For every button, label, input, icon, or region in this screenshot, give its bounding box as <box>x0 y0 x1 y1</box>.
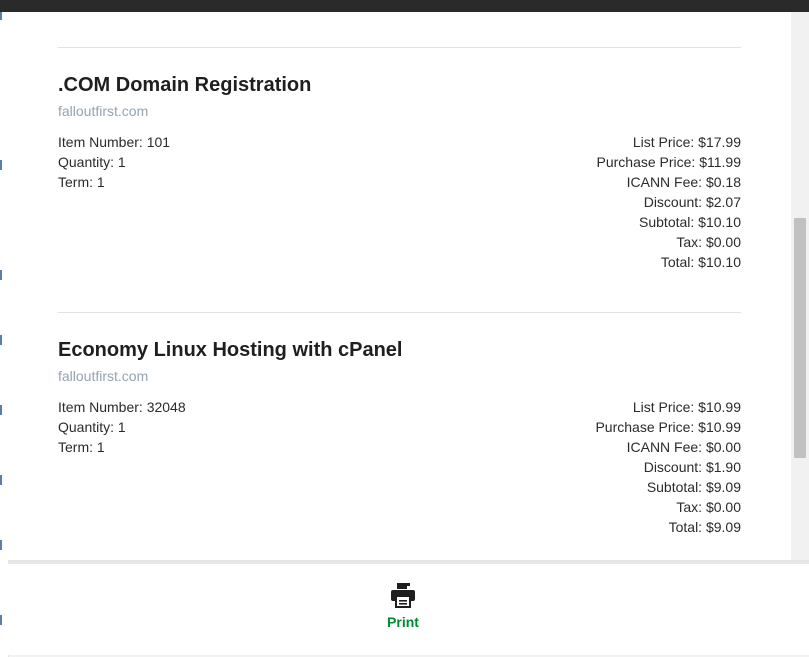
discount: Discount: $2.07 <box>643 194 741 210</box>
receipt-items-scroll-area[interactable]: .COM Domain Registration falloutfirst.co… <box>8 12 791 560</box>
top-bar <box>0 0 809 12</box>
purchase-price: Purchase Price: $11.99 <box>596 154 742 170</box>
subtotal: Subtotal: $9.09 <box>646 479 741 495</box>
line-item: .COM Domain Registration falloutfirst.co… <box>58 72 741 272</box>
item-domain: falloutfirst.com <box>58 368 149 384</box>
item-domain: falloutfirst.com <box>58 103 149 119</box>
item-number: Item Number: 32048 <box>58 399 186 415</box>
scrollbar[interactable] <box>791 12 809 560</box>
scrollbar-thumb[interactable] <box>794 218 806 458</box>
purchase-price: Purchase Price: $10.99 <box>595 419 741 435</box>
item-term: Term: 1 <box>58 439 105 455</box>
divider <box>58 47 741 48</box>
item-pricing: List Price: $17.99 Purchase Price: $11.9… <box>597 132 742 272</box>
item-pricing: List Price: $10.99 Purchase Price: $10.9… <box>595 397 741 537</box>
item-number: Item Number: 101 <box>58 134 171 150</box>
list-price: List Price: $10.99 <box>632 399 741 415</box>
printer-icon <box>391 583 415 608</box>
icann-fee: ICANN Fee: $0.18 <box>626 174 741 190</box>
print-label: Print <box>387 614 419 630</box>
receipt-modal: .COM Domain Registration falloutfirst.co… <box>8 12 809 655</box>
tax: Tax: $0.00 <box>676 499 741 515</box>
item-term: Term: 1 <box>58 174 105 190</box>
print-button[interactable]: Print <box>368 582 438 642</box>
tax: Tax: $0.00 <box>676 234 741 250</box>
discount: Discount: $1.90 <box>643 459 741 475</box>
modal-footer: Print <box>8 560 809 655</box>
total: Total: $9.09 <box>668 519 741 535</box>
total: Total: $10.10 <box>660 254 741 270</box>
line-item: Economy Linux Hosting with cPanel fallou… <box>58 337 741 537</box>
item-quantity: Quantity: 1 <box>58 154 126 170</box>
divider <box>58 312 741 313</box>
item-quantity: Quantity: 1 <box>58 419 126 435</box>
subtotal: Subtotal: $10.10 <box>639 214 741 230</box>
item-title: .COM Domain Registration <box>58 74 312 96</box>
list-price: List Price: $17.99 <box>632 134 741 150</box>
item-title: Economy Linux Hosting with cPanel <box>58 339 403 361</box>
item-details: Item Number: 101 Quantity: 1 Term: 1 <box>58 132 170 192</box>
icann-fee: ICANN Fee: $0.00 <box>626 439 741 455</box>
item-details: Item Number: 32048 Quantity: 1 Term: 1 <box>58 397 186 457</box>
